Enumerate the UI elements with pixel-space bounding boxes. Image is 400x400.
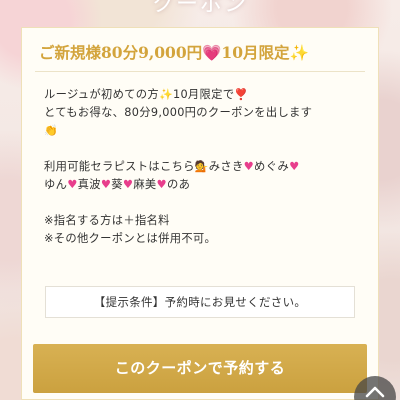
therapist-name: めぐみ [254,160,290,173]
intro-text-1b: 10月限定で [172,88,235,101]
presentation-condition: 【提示条件】予約時にお見せください。 [45,286,355,318]
sparkle-icon: ✨ [158,88,173,101]
heart-icon: ♥ [156,178,167,191]
coupon-notes: ※指名する方は＋指名料 ※その他クーポンとは併用不可。 [44,212,364,248]
note-nomination-fee: ※指名する方は＋指名料 [44,214,170,227]
exclamation-heart-icon: ❣️ [234,88,249,101]
info-person-icon: 💁 [194,160,209,173]
therapist-list: 利用可能セラピストはこちら💁みさき♥めぐみ♥ ゆん♥真波♥葵♥麻美♥のあ [44,158,364,194]
chevron-up-icon [365,386,385,398]
page-title: クーポン [151,0,248,17]
heart-icon: ♥ [289,160,300,173]
therapist-name: 葵 [111,178,123,191]
coupon-intro: ルージュが初めての方✨10月限定で❣️ とてもお得な、80分9,000円のクーポ… [44,86,364,140]
heart-icon: ♥ [122,178,134,191]
coupon-description: ルージュが初めての方✨10月限定で❣️ とてもお得な、80分9,000円のクーポ… [44,86,364,248]
heart-icon: ♥ [100,178,112,191]
therapists-label: 利用可能セラピストはこちら [44,160,195,173]
clap-icon: 👏 [44,124,58,137]
therapist-name: のあ [166,178,191,191]
note-no-combination: ※その他クーポンとは併用不可。 [44,232,217,245]
reserve-with-coupon-button[interactable]: このクーポンで予約する [33,344,367,393]
heart-icon: ♥ [243,160,254,173]
heart-icon: ♥ [67,178,78,191]
therapist-name: 麻美 [133,178,157,191]
therapist-name: みさき [208,160,244,173]
coupon-heading: ご新規様80分9,000円💗10月限定✨ [35,38,365,72]
intro-text-2: とてもお得な、80分9,000円のクーポンを出します [44,106,313,119]
therapist-name: 真波 [77,178,101,191]
intro-text-1: ルージュが初めての方 [44,88,159,101]
therapist-name: ゆん [44,178,68,191]
